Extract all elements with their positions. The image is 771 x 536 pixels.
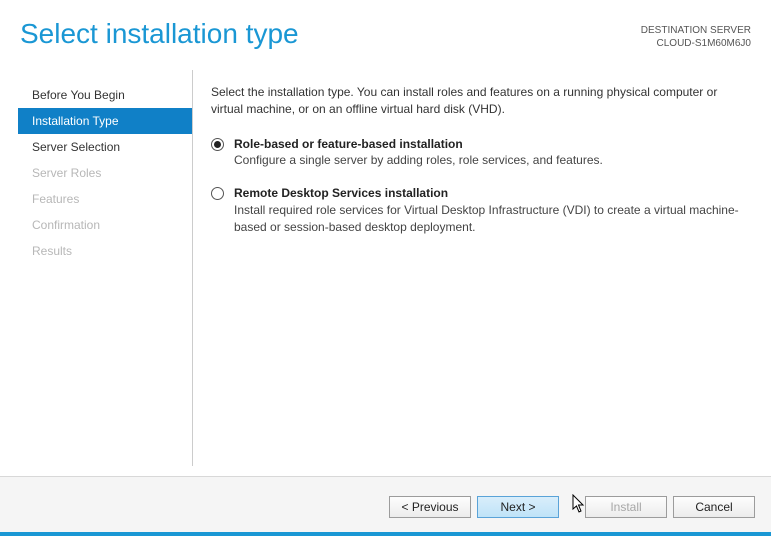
destination-server-label: DESTINATION SERVER [641, 24, 751, 37]
cancel-button[interactable]: Cancel [673, 496, 755, 518]
install-button: Install [585, 496, 667, 518]
step-installation-type[interactable]: Installation Type [18, 108, 192, 134]
option-role-based[interactable]: Role-based or feature-based installation… [211, 136, 747, 170]
instruction-text: Select the installation type. You can in… [211, 84, 747, 118]
wizard-footer: < Previous Next > Install Cancel [0, 476, 771, 536]
step-server-selection[interactable]: Server Selection [18, 134, 192, 160]
page-title: Select installation type [20, 18, 299, 50]
next-button[interactable]: Next > [477, 496, 559, 518]
radio-role-based[interactable] [211, 138, 224, 151]
option-remote-desktop[interactable]: Remote Desktop Services installation Ins… [211, 185, 747, 235]
step-confirmation: Confirmation [18, 212, 192, 238]
option-role-based-desc: Configure a single server by adding role… [234, 152, 747, 169]
option-role-based-title: Role-based or feature-based installation [234, 136, 747, 153]
option-remote-desktop-desc: Install required role services for Virtu… [234, 202, 747, 236]
previous-button[interactable]: < Previous [389, 496, 471, 518]
radio-remote-desktop[interactable] [211, 187, 224, 200]
option-remote-desktop-title: Remote Desktop Services installation [234, 185, 747, 202]
destination-server-name: CLOUD-S1M60M6J0 [641, 37, 751, 50]
step-before-you-begin[interactable]: Before You Begin [18, 82, 192, 108]
step-features: Features [18, 186, 192, 212]
step-results: Results [18, 238, 192, 264]
wizard-steps-sidebar: Before You Begin Installation Type Serve… [18, 70, 193, 466]
content-panel: Select the installation type. You can in… [193, 70, 759, 466]
accent-bar [0, 532, 771, 536]
destination-server-info: DESTINATION SERVER CLOUD-S1M60M6J0 [641, 18, 751, 50]
step-server-roles: Server Roles [18, 160, 192, 186]
